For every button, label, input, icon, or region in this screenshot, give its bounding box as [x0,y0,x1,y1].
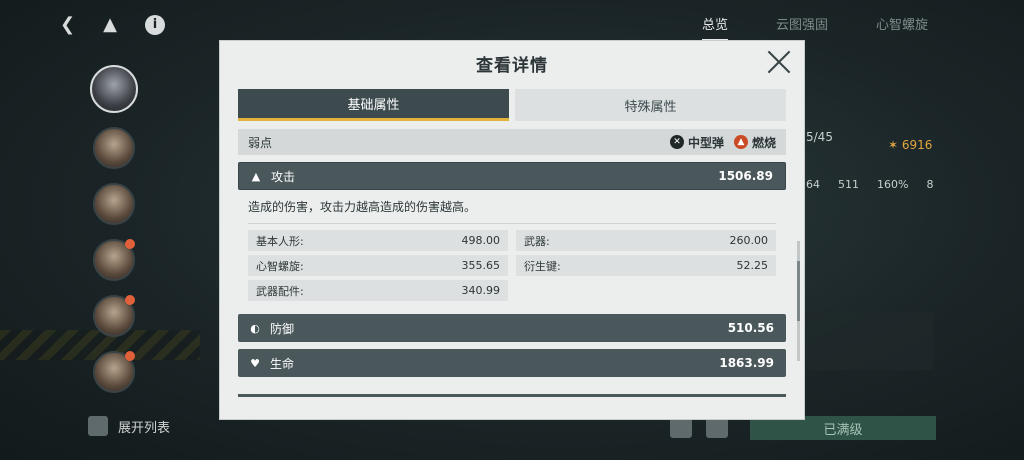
gold-counter: ✶ 6916 [888,138,933,152]
bullet-icon: ✕ [669,135,684,149]
health-value: 1863.99 [719,356,774,370]
breakdown-item: 武器配件: 340.99 [248,280,508,301]
stat-value: 64 [806,178,820,191]
attributes-content: 弱点 ✕ 中型弹 ▲ 燃烧 ▲ 攻击 1506.89 造成的伤害，攻击力越高造成… [238,129,786,377]
character-avatar[interactable] [93,295,135,337]
weakness-row: 弱点 ✕ 中型弹 ▲ 燃烧 [238,129,786,155]
attack-description: 造成的伤害，攻击力越高造成的伤害越高。 [248,198,776,224]
gold-value: 6916 [901,138,933,152]
alert-dot-icon [125,295,135,305]
top-tabs: 总览 云图强固 心智螺旋 [701,14,928,41]
info-icon[interactable]: i [144,14,165,35]
tab-basic-attributes[interactable]: 基础属性 [238,89,509,121]
breakdown-item: 基本人形: 498.00 [248,230,508,251]
modal-header: 查看详情 [220,41,804,85]
breakdown-label: 基本人形: [256,234,304,248]
stat-value: 160% [877,178,909,191]
weakness-label: 弱点 [248,135,273,150]
level-progress: 5/45 [806,130,833,144]
heart-icon: ♥ [250,356,260,370]
top-left-toolbar: ❮ ▲ i [60,14,165,35]
weakness-tag-label: 中型弹 [687,135,724,150]
alert-dot-icon [125,351,135,361]
weapon-preview[interactable] [806,312,934,370]
alert-dot-icon [125,239,135,249]
breakdown-item: 衍生键: 52.25 [516,255,776,276]
tab-neural-helix[interactable]: 心智螺旋 [876,14,928,41]
attack-icon: ▲ [251,169,261,183]
attack-label: 攻击 [271,169,296,184]
tab-overview[interactable]: 总览 [701,14,728,41]
defense-label: 防御 [270,321,295,336]
breakdown-value: 260.00 [729,234,769,247]
character-list [90,65,138,393]
expand-list-icon [88,416,108,436]
character-avatar[interactable] [90,65,138,113]
breakdown-value: 498.00 [461,234,501,247]
stat-value: 511 [838,178,859,191]
weakness-tags: ✕ 中型弹 ▲ 燃烧 [669,134,776,151]
stats-row: 64 511 160% 8 [806,178,933,191]
tab-cloud-reinforce[interactable]: 云图强固 [776,14,828,41]
weakness-tag[interactable]: ✕ 中型弹 [669,134,724,151]
close-icon[interactable] [766,49,792,75]
breakdown-item: 武器: 260.00 [516,230,776,251]
breakdown-value: 340.99 [461,284,501,297]
modal-tabs: 基础属性 特殊属性 [238,89,786,121]
attack-row[interactable]: ▲ 攻击 1506.89 [238,162,786,190]
weakness-tag[interactable]: ▲ 燃烧 [733,134,776,151]
tab-special-attributes[interactable]: 特殊属性 [515,89,786,121]
health-row[interactable]: ♥ 生命 1863.99 [238,349,786,377]
attack-value: 1506.89 [718,169,773,183]
stat-value: 8 [926,178,934,191]
next-row-edge [238,394,786,397]
back-arrow-icon[interactable]: ❮ [60,14,75,35]
breakdown-label: 心智螺旋: [256,259,304,273]
modal-title: 查看详情 [476,55,548,76]
fire-icon: ▲ [733,135,748,149]
breakdown-label: 武器配件: [256,284,304,298]
breakdown-label: 武器: [524,234,550,248]
character-avatar[interactable] [93,239,135,281]
character-avatar[interactable] [93,183,135,225]
character-avatar[interactable] [93,351,135,393]
details-modal: 查看详情 基础属性 特殊属性 弱点 ✕ 中型弹 ▲ 燃烧 ▲ 攻击 1506.8… [219,40,805,420]
shield-icon: ◐ [250,321,260,335]
breakdown-label: 衍生键: [524,259,561,273]
attack-breakdown: 基本人形: 498.00 武器: 260.00 心智螺旋: 355.65 衍生键… [248,230,776,301]
defense-value: 510.56 [727,321,774,335]
character-avatar[interactable] [93,127,135,169]
breakdown-item: 心智螺旋: 355.65 [248,255,508,276]
expand-list-button[interactable]: 展开列表 [88,416,170,436]
attack-detail: 造成的伤害，攻击力越高造成的伤害越高。 基本人形: 498.00 武器: 260… [238,190,786,307]
expand-list-label: 展开列表 [118,420,171,436]
breakdown-value: 355.65 [461,259,501,272]
breakdown-value: 52.25 [736,259,769,272]
scrollbar-thumb[interactable] [797,261,800,321]
health-label: 生命 [270,356,295,371]
defense-row[interactable]: ◐ 防御 510.56 [238,314,786,342]
weakness-tag-label: 燃烧 [751,135,776,150]
rank-triangle-icon[interactable]: ▲ [103,14,117,35]
